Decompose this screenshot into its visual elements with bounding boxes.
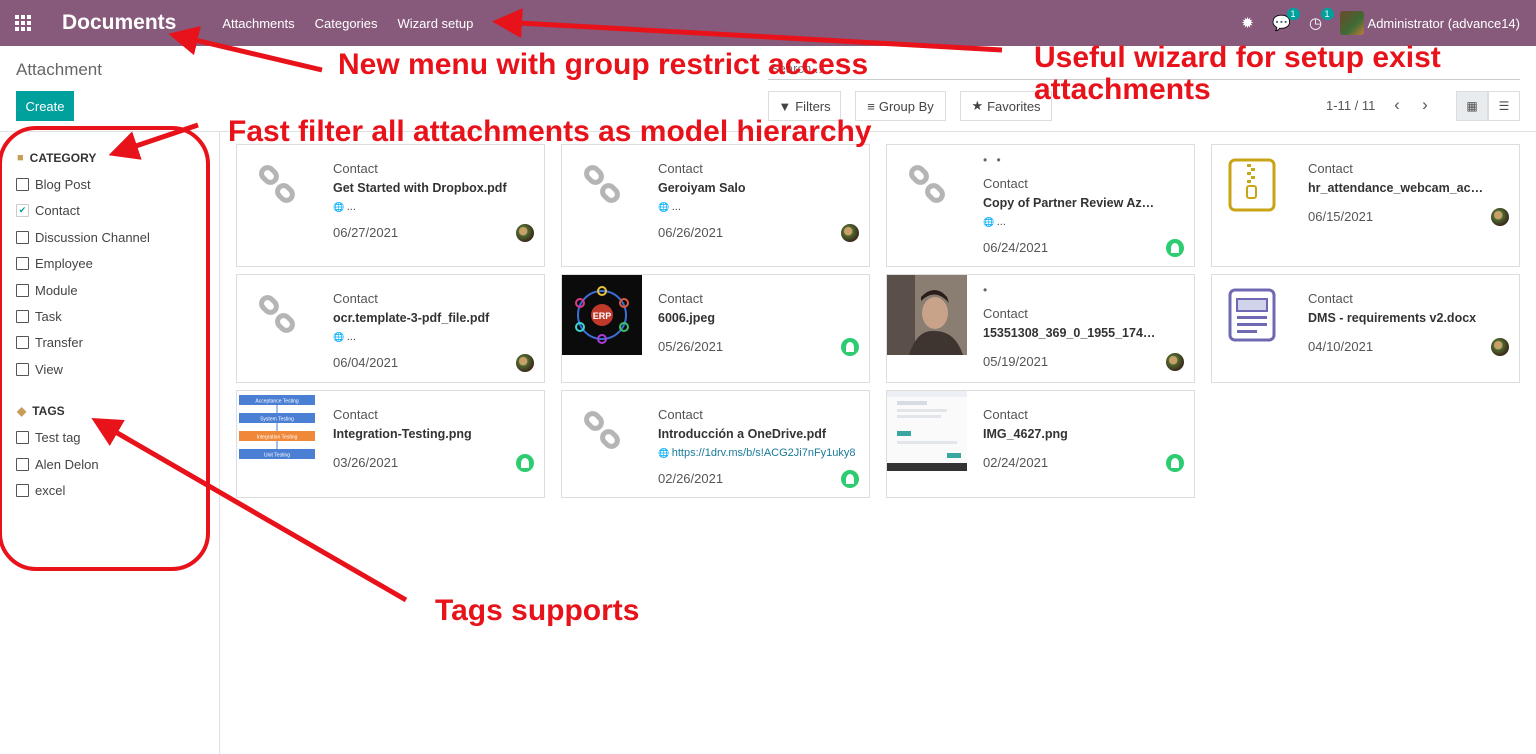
arrow-new-menu [168, 25, 323, 73]
annotation-fast-filter: Fast filter all attachments as model hie… [228, 115, 872, 148]
annotation-tags: Tags supports [435, 594, 640, 627]
annotation-wizard-line1: Useful wizard for setup exist [1034, 41, 1441, 74]
annotation-overlay [0, 8, 1003, 603]
highlight-sidebar-frame [0, 126, 210, 571]
annotation-wizard-line2: attachments [1034, 73, 1211, 106]
annotation-new-menu: New menu with group restrict access [338, 48, 869, 81]
arrow-wizard [492, 8, 1003, 53]
arrow-tags [91, 417, 408, 603]
